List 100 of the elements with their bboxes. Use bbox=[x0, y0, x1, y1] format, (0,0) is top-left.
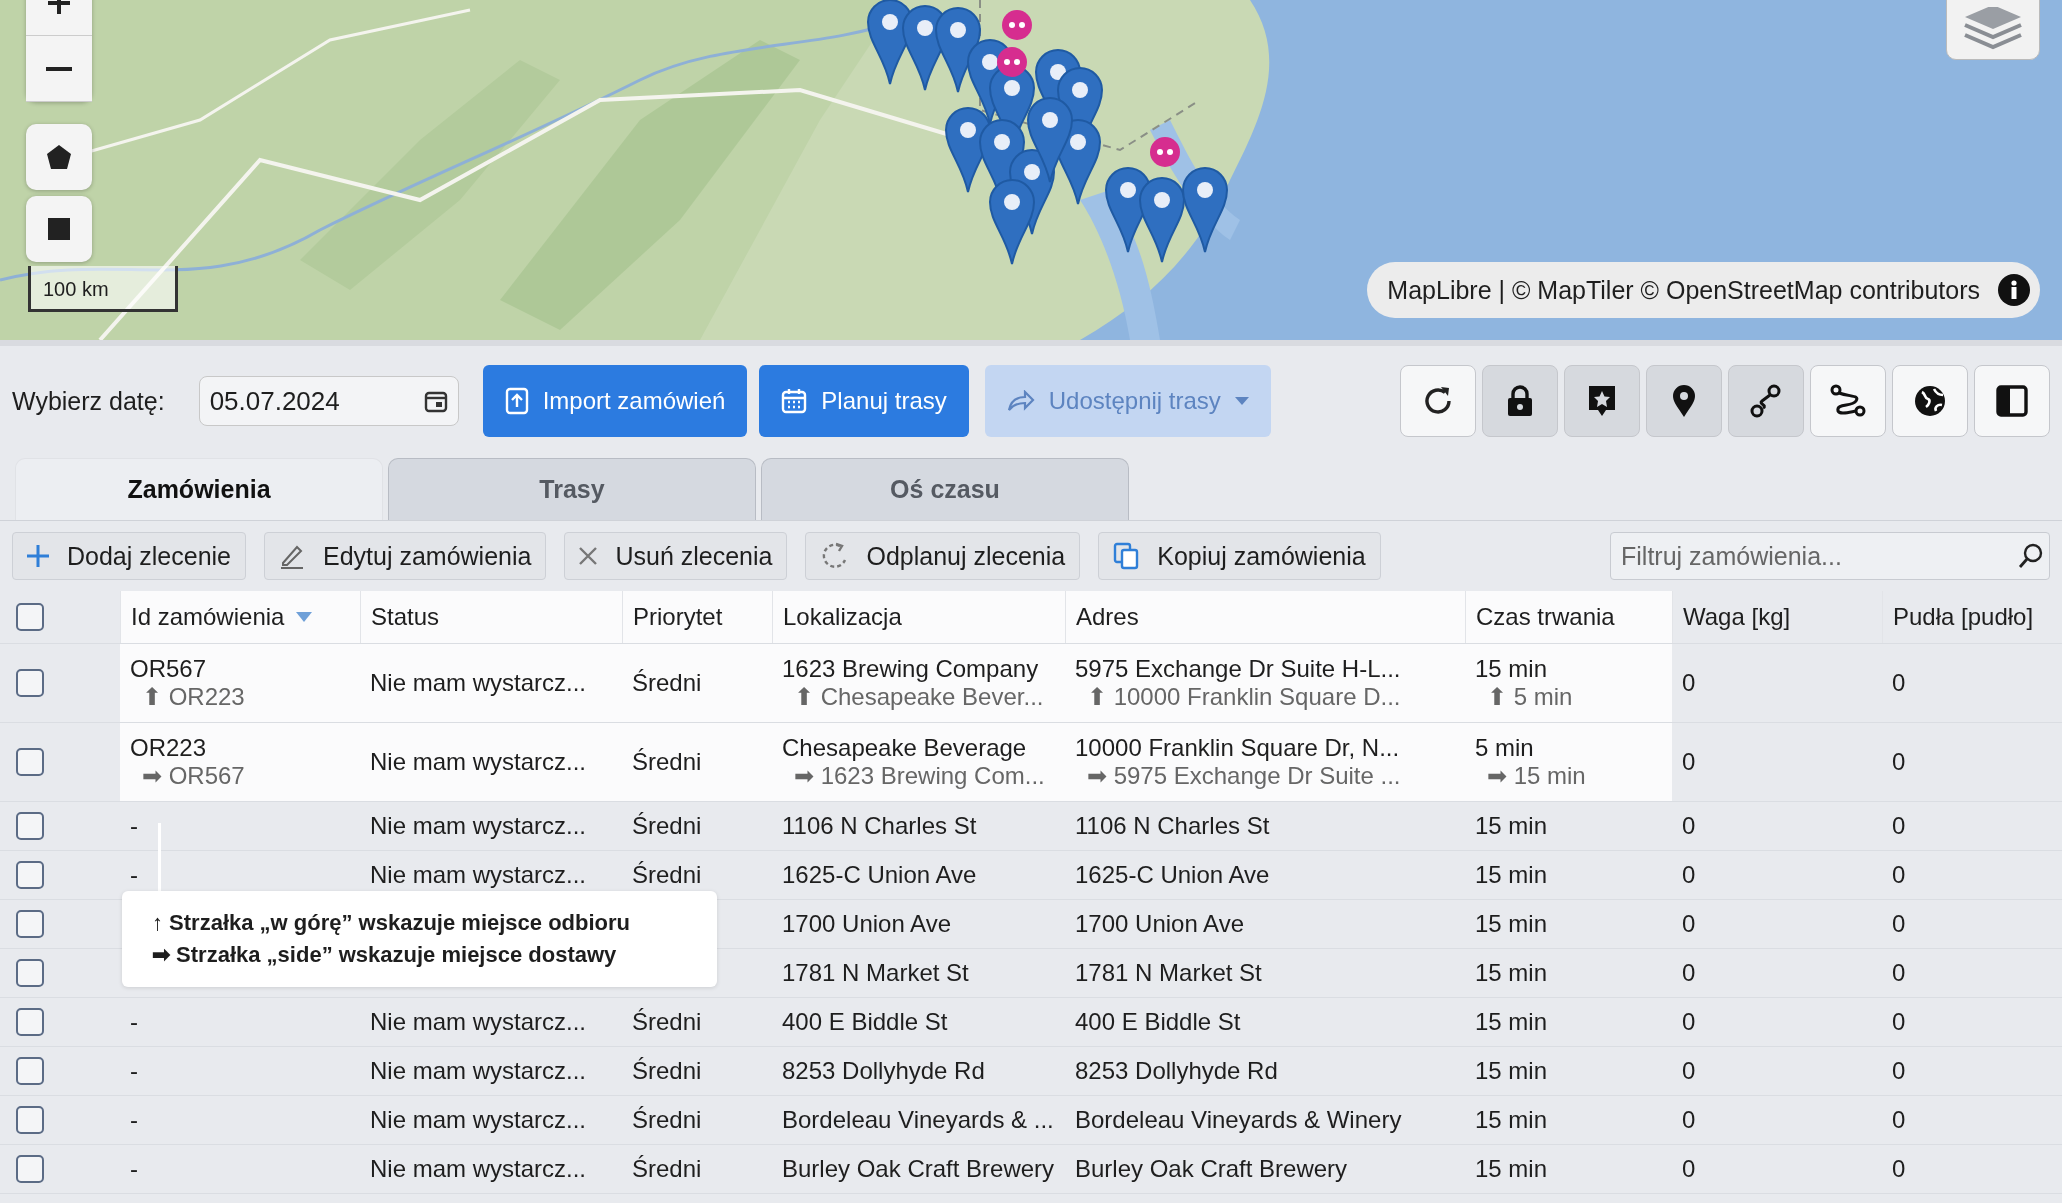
copy-icon bbox=[1113, 542, 1140, 570]
globe-icon bbox=[1912, 383, 1948, 419]
close-icon bbox=[579, 547, 598, 565]
action-button[interactable]: Usuń zlecenia bbox=[564, 532, 788, 580]
panel-icon bbox=[1994, 383, 2030, 419]
table-cell-text: 1625-C Union Ave bbox=[1075, 861, 1271, 889]
zoom-out-button[interactable] bbox=[26, 36, 92, 102]
row-checkbox[interactable] bbox=[16, 1106, 44, 1134]
table-cell-text: 0 bbox=[1682, 910, 1697, 938]
tab[interactable]: Trasy bbox=[388, 458, 756, 520]
table-cell-text: - bbox=[130, 812, 139, 840]
table-cell-text: Średni bbox=[632, 1057, 703, 1085]
row-checkbox[interactable] bbox=[16, 1057, 44, 1085]
info-icon[interactable] bbox=[1998, 274, 2030, 306]
column-header[interactable]: Waga [kg] bbox=[1672, 591, 1882, 643]
minus-icon bbox=[46, 65, 72, 72]
table-cell-text: Średni bbox=[632, 1008, 703, 1036]
icon-button[interactable] bbox=[1400, 365, 1476, 437]
row-checkbox[interactable] bbox=[16, 861, 44, 889]
date-label: Wybierz datę: bbox=[12, 386, 165, 416]
table-cell-text: 1106 N Charles St bbox=[1075, 812, 1271, 840]
table-cell-text: Nie mam wystarcz... bbox=[370, 861, 588, 889]
table-cell-text: 15 min bbox=[1475, 1057, 1549, 1085]
table-cell-text: - bbox=[130, 861, 139, 889]
table-cell-subtext: ➡ 5975 Exchange Dr Suite ... bbox=[1086, 762, 1402, 790]
row-checkbox[interactable] bbox=[16, 959, 44, 987]
plus-icon bbox=[27, 545, 49, 567]
action-button[interactable]: Kopiuj zamówienia bbox=[1098, 532, 1381, 580]
table-cell-text: 0 bbox=[1682, 669, 1697, 697]
tooltip-text: ↑ Strzałka „w górę” wskazuje miejsce odbioru bbox=[152, 910, 632, 936]
table-cell-subtext: ➡ OR567 bbox=[141, 762, 246, 790]
table-cell-text: 15 min bbox=[1475, 861, 1549, 889]
table-cell-text: Bordeleau Vineyards & Winery bbox=[1075, 1106, 1403, 1134]
column-header[interactable]: Status bbox=[360, 591, 622, 643]
table-cell-text: 15 min bbox=[1475, 910, 1549, 938]
icon-button[interactable] bbox=[1810, 365, 1886, 437]
toolbar-button[interactable]: Import zamówień bbox=[482, 365, 748, 437]
column-header[interactable]: Priorytet bbox=[622, 591, 772, 643]
table-cell-text: Nie mam wystarcz... bbox=[370, 1106, 588, 1134]
table-cell-text: 5975 Exchange Dr Suite H-L... bbox=[1075, 655, 1402, 683]
table-cell-text: Bordeleau Vineyards & ... bbox=[782, 1106, 1055, 1134]
rectangle-tool-button[interactable] bbox=[26, 196, 92, 262]
column-header[interactable]: Lokalizacja bbox=[772, 591, 1065, 643]
table-cell-text: Nie mam wystarcz... bbox=[370, 669, 588, 697]
table-cell-text: Nie mam wystarcz... bbox=[370, 812, 588, 840]
date-field[interactable]: 05.07.2024 bbox=[198, 376, 459, 426]
icon-button[interactable] bbox=[1646, 365, 1722, 437]
table-cell-subtext: ⬆ OR223 bbox=[141, 683, 246, 711]
share-icon bbox=[1006, 390, 1035, 412]
attribution-text: MapLibre | © MapTiler © OpenStreetMap contributors bbox=[1387, 275, 1980, 305]
table-cell-text: OR567 bbox=[130, 655, 208, 683]
icon-button[interactable] bbox=[1482, 365, 1558, 437]
icon-button[interactable] bbox=[1728, 365, 1804, 437]
row-checkbox[interactable] bbox=[16, 1155, 44, 1183]
search-icon[interactable] bbox=[2018, 543, 2044, 569]
table-cell-subtext: ⬆ 10000 Franklin Square D... bbox=[1086, 683, 1402, 711]
scale-bar: 100 km bbox=[28, 266, 178, 312]
table-cell-text: 0 bbox=[1892, 910, 1907, 938]
table-cell-text: Średni bbox=[632, 812, 703, 840]
column-header[interactable]: Id zamówienia bbox=[120, 591, 360, 643]
action-button[interactable]: Dodaj zlecenie bbox=[12, 532, 246, 580]
table-cell-text: Średni bbox=[632, 748, 703, 776]
tab[interactable]: Oś czasu bbox=[761, 458, 1129, 520]
select-all-checkbox[interactable] bbox=[16, 603, 44, 631]
caret-icon bbox=[1234, 397, 1249, 405]
table-cell-text: 400 E Biddle St bbox=[1075, 1008, 1242, 1036]
table-cell-text: 8253 Dollyhyde Rd bbox=[782, 1057, 986, 1085]
layers-button[interactable] bbox=[1946, 0, 2040, 60]
table-cell-subtext: ⬆ 5 min bbox=[1486, 683, 1574, 711]
table-cell-text: - bbox=[130, 1057, 139, 1085]
table-cell-text: 0 bbox=[1682, 1057, 1697, 1085]
table-cell-text: 0 bbox=[1682, 1106, 1697, 1134]
table-cell-text: Chesapeake Beverage bbox=[782, 734, 1028, 762]
table-cell-text: 5 min bbox=[1475, 734, 1535, 762]
icon-button[interactable] bbox=[1564, 365, 1640, 437]
pentagon-icon bbox=[46, 144, 72, 170]
icon-button[interactable] bbox=[1974, 365, 2050, 437]
tab[interactable]: Zamówienia bbox=[15, 458, 383, 520]
table-cell-text: 1106 N Charles St bbox=[782, 812, 978, 840]
column-header[interactable]: Adres bbox=[1065, 591, 1465, 643]
table-cell-text: Średni bbox=[632, 1106, 703, 1134]
action-button[interactable]: Odplanuj zlecenia bbox=[805, 532, 1081, 580]
toolbar-button[interactable]: Planuj trasy bbox=[759, 365, 969, 437]
icon-button[interactable] bbox=[1892, 365, 1968, 437]
row-checkbox[interactable] bbox=[16, 748, 44, 776]
table-cell-text: 15 min bbox=[1475, 1008, 1549, 1036]
filter-field[interactable]: Filtruj zamówienia... bbox=[1610, 532, 2050, 580]
row-checkbox[interactable] bbox=[16, 1008, 44, 1036]
row-checkbox[interactable] bbox=[16, 669, 44, 697]
row-checkbox[interactable] bbox=[16, 910, 44, 938]
table-cell-text: 0 bbox=[1892, 1057, 1907, 1085]
column-header[interactable]: Pudła [pudło] bbox=[1882, 591, 2062, 643]
row-checkbox[interactable] bbox=[16, 812, 44, 840]
column-header[interactable]: Czas trwania bbox=[1465, 591, 1672, 643]
table-cell-text: 8253 Dollyhyde Rd bbox=[1075, 1057, 1279, 1085]
tooltip-text: ➡ Strzałka „side” wskazuje miejsce dostawy bbox=[152, 942, 618, 968]
table-cell-text: 1781 N Market St bbox=[1075, 959, 1263, 987]
action-button[interactable]: Edytuj zamówienia bbox=[264, 532, 547, 580]
polygon-tool-button[interactable] bbox=[26, 124, 92, 190]
table-cell-text: - bbox=[130, 1008, 139, 1036]
